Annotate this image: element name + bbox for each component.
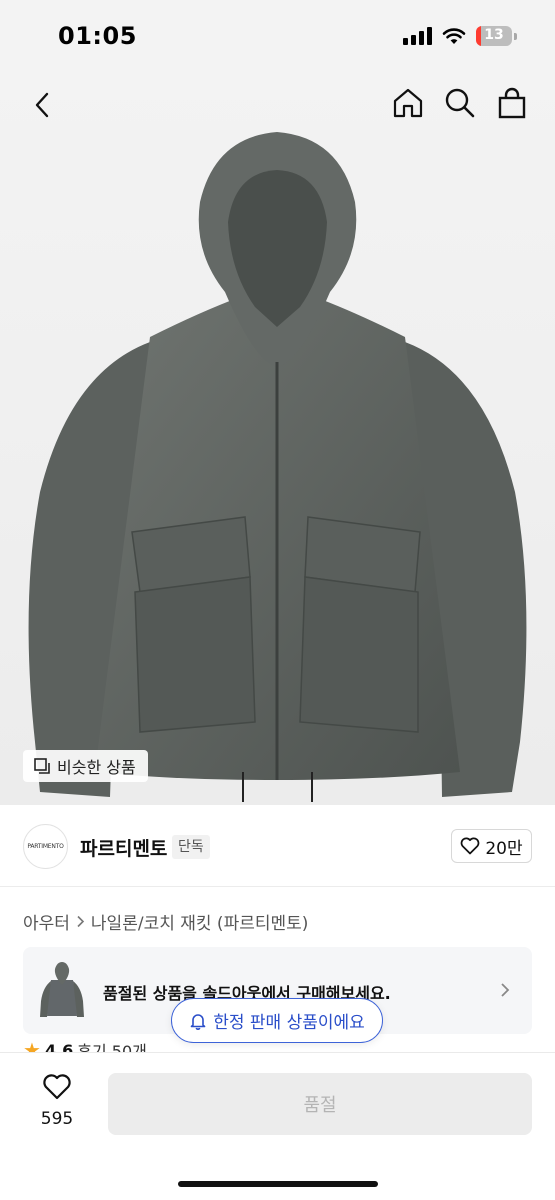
wifi-icon [442, 28, 466, 44]
similar-products-button[interactable]: 비슷한 상품 [23, 750, 148, 782]
home-icon[interactable] [391, 86, 425, 120]
breadcrumb-subcategory[interactable]: 나일론/코치 재킷 (파르티멘토) [91, 909, 308, 934]
jacket-illustration [28, 132, 527, 802]
limited-sale-label: 한정 판매 상품이에요 [213, 1013, 365, 1033]
product-image[interactable]: 비슷한 상품 [0, 72, 555, 805]
status-bar: 01:05 13 [0, 0, 555, 72]
status-time: 01:05 [58, 22, 137, 50]
soldout-button[interactable]: 품절 [108, 1073, 532, 1135]
breadcrumb: 아우터 나일론/코치 재킷 (파르티멘토) [23, 909, 308, 934]
breadcrumb-category[interactable]: 아우터 [23, 909, 70, 934]
exclusive-badge: 단독 [172, 835, 210, 859]
battery-icon: 13 [476, 26, 517, 46]
chevron-left-icon[interactable] [26, 88, 60, 122]
cellular-signal-icon [403, 27, 432, 45]
product-thumbnail [40, 962, 84, 1017]
shopping-bag-icon[interactable] [495, 86, 529, 120]
chevron-right-icon [77, 915, 85, 928]
brand-logo[interactable]: PARTIMENTO [23, 824, 68, 869]
header-actions [391, 86, 529, 120]
limited-sale-badge: 한정 판매 상품이에요 [171, 998, 383, 1043]
battery-level: 13 [484, 27, 504, 43]
heart-icon [461, 837, 480, 855]
wishlist-button[interactable]: 595 [33, 1073, 81, 1129]
brand-name[interactable]: 파르티멘토 [80, 834, 167, 861]
heart-icon [43, 1074, 71, 1100]
search-icon[interactable] [443, 86, 477, 120]
bottom-action-bar: 595 품절 [0, 1052, 555, 1200]
brand-like-button[interactable]: 20만 [451, 829, 532, 863]
copy-icon [34, 758, 50, 774]
brand-logo-text: PARTIMENTO [27, 843, 64, 850]
brand-row: PARTIMENTO 파르티멘토 단독 20만 [0, 805, 555, 887]
status-indicators: 13 [403, 26, 517, 46]
home-indicator [178, 1181, 378, 1187]
bell-icon [190, 1013, 206, 1030]
wishlist-count: 595 [40, 1109, 74, 1129]
chevron-right-icon [501, 983, 510, 997]
similar-products-label: 비슷한 상품 [57, 758, 136, 777]
brand-like-count: 20만 [485, 838, 523, 859]
